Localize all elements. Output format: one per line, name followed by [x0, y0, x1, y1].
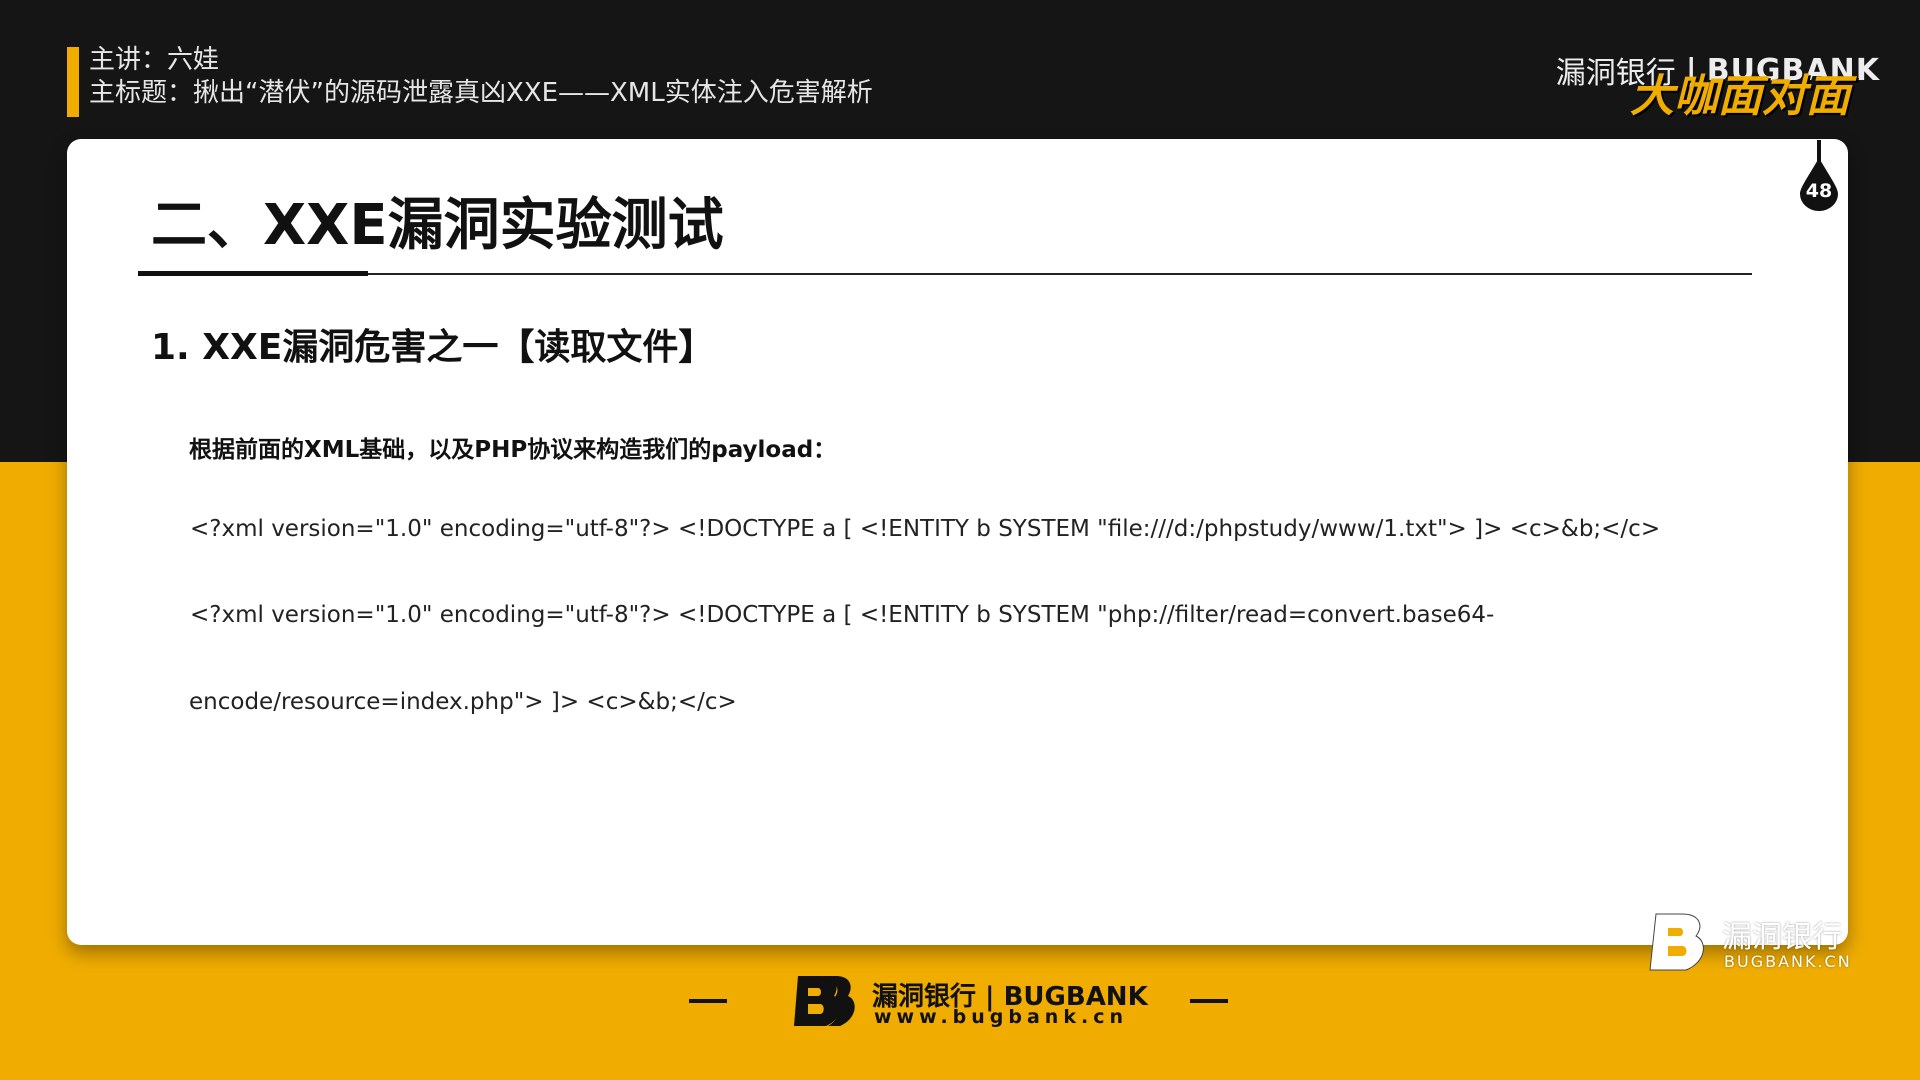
header-text: 主讲：六娃 主标题：揪出“潜伏”的源码泄露真凶XXE——XML实体注入危害解析 [89, 44, 873, 110]
intro-text: 根据前面的XML基础，以及PHP协议来构造我们的payload： [189, 437, 837, 463]
footer-url: www.bugbank.cn [874, 1006, 1128, 1028]
footer-dash-right [1190, 999, 1228, 1003]
header-accent-bar [67, 47, 79, 117]
payload-line-1: <?xml version="1.0" encoding="utf-8"?> <… [190, 516, 1661, 542]
payload-line-2: <?xml version="1.0" encoding="utf-8"?> <… [190, 602, 1495, 628]
footer-dash-left [689, 999, 727, 1003]
title-underline-accent [138, 271, 368, 276]
presenter-label: 主讲：六娃 [89, 45, 220, 75]
title-underline [138, 273, 1752, 275]
page-number: 48 [1805, 180, 1833, 202]
section-heading: 1. XXE漏洞危害之一【读取文件】 [151, 327, 715, 368]
watermark-name-en: BUGBANK.CN [1724, 952, 1852, 971]
watermark-logo-icon [1649, 913, 1704, 971]
slide-title: 二、XXE漏洞实验测试 [151, 193, 724, 258]
main-title-label: 主标题：揪出“潜伏”的源码泄露真凶XXE——XML实体注入危害解析 [89, 78, 873, 108]
bugbank-logo-icon [794, 976, 855, 1026]
payload-line-3: encode/resource=index.php"> ]> <c>&b;</c… [189, 689, 737, 715]
watermark-name-cn: 漏洞银行 [1722, 920, 1842, 955]
live-badge: 大咖面对面 [1630, 71, 1850, 122]
